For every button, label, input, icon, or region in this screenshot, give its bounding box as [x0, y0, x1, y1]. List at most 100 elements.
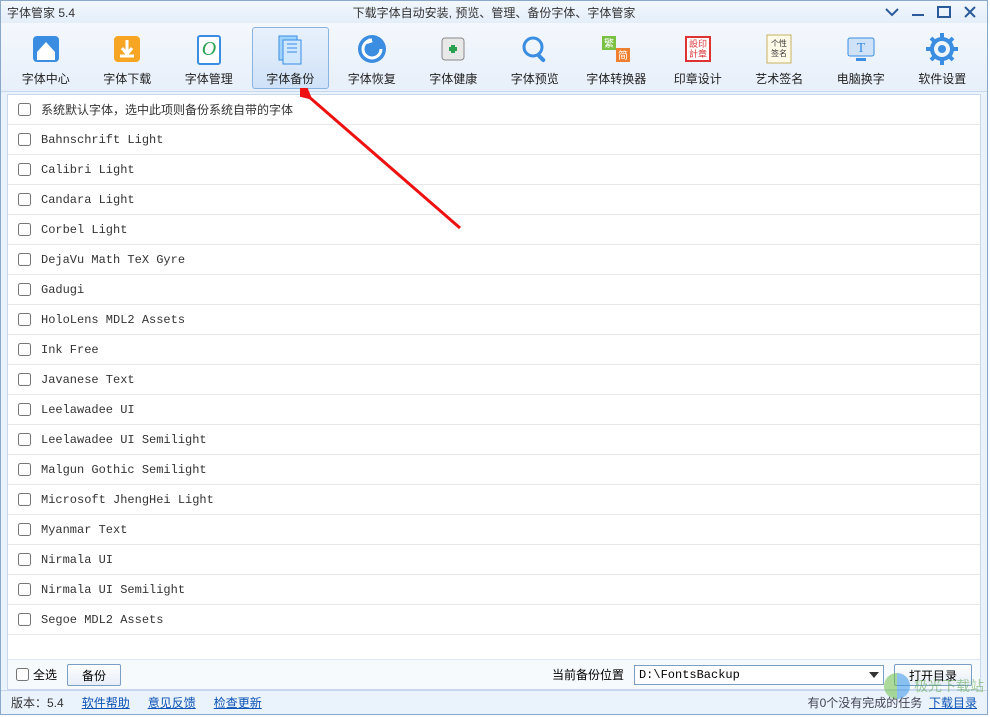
update-link[interactable]: 检查更新 [214, 694, 262, 711]
backup-path-select[interactable]: D:\FontsBackup [634, 665, 884, 685]
feedback-link[interactable]: 意见反馈 [148, 694, 196, 711]
font-checkbox[interactable] [18, 463, 31, 476]
close-icon[interactable] [959, 4, 981, 20]
font-checkbox[interactable] [18, 493, 31, 506]
font-name: Gadugi [41, 283, 84, 297]
task-status: 有0个没有完成的任务 [808, 696, 923, 710]
font-name: Malgun Gothic Semilight [41, 463, 207, 477]
font-row[interactable]: Nirmala UI Semilight [8, 575, 980, 605]
minimize-icon[interactable] [907, 4, 929, 20]
font-checkbox[interactable] [18, 523, 31, 536]
font-name: Segoe MDL2 Assets [41, 613, 163, 627]
font-checkbox[interactable] [18, 553, 31, 566]
font-checkbox[interactable] [18, 313, 31, 326]
font-checkbox[interactable] [18, 193, 31, 206]
bottom-bar: 全选 备份 当前备份位置 D:\FontsBackup 打开目录 [8, 659, 980, 689]
font-checkbox[interactable] [18, 433, 31, 446]
font-name: Leelawadee UI [41, 403, 135, 417]
dropdown-icon[interactable] [881, 4, 903, 20]
toolbar-label: 字体预览 [511, 70, 559, 87]
toolbar-font-restore[interactable]: 字体恢复 [333, 27, 411, 89]
font-name: Candara Light [41, 193, 135, 207]
font-row[interactable]: Gadugi [8, 275, 980, 305]
toolbar-font-download[interactable]: 字体下载 [89, 27, 167, 89]
gear-icon [923, 30, 961, 68]
toolbar-font-preview[interactable]: 字体预览 [496, 27, 574, 89]
font-name: Ink Free [41, 343, 99, 357]
backup-path-label: 当前备份位置 [552, 666, 624, 683]
font-row[interactable]: Corbel Light [8, 215, 980, 245]
pcfont-icon: T [842, 30, 880, 68]
font-checkbox[interactable] [18, 133, 31, 146]
backup-button[interactable]: 备份 [67, 664, 121, 686]
toolbar-label: 字体备份 [266, 70, 314, 87]
font-row[interactable]: Bahnschrift Light [8, 125, 980, 155]
font-checkbox[interactable] [18, 283, 31, 296]
toolbar-font-backup[interactable]: 字体备份 [252, 27, 330, 89]
font-checkbox[interactable] [18, 343, 31, 356]
font-name: HoloLens MDL2 Assets [41, 313, 185, 327]
select-all-label: 全选 [33, 666, 57, 683]
font-row[interactable]: Malgun Gothic Semilight [8, 455, 980, 485]
open-dir-button[interactable]: 打开目录 [894, 664, 972, 686]
svg-text:繁: 繁 [604, 37, 614, 50]
toolbar-font-manage[interactable]: O 字体管理 [170, 27, 248, 89]
toolbar-font-health[interactable]: 字体健康 [415, 27, 493, 89]
font-name: Javanese Text [41, 373, 135, 387]
font-name: Leelawadee UI Semilight [41, 433, 207, 447]
toolbar-art-sign[interactable]: 个性签名 艺术签名 [741, 27, 819, 89]
font-name: Myanmar Text [41, 523, 127, 537]
download-dir-link[interactable]: 下载目录 [929, 696, 977, 710]
title-bar: 字体管家 5.4 下载字体自动安装, 预览、管理、备份字体、字体管家 [1, 1, 987, 23]
font-checkbox[interactable] [18, 223, 31, 236]
manage-icon: O [190, 30, 228, 68]
toolbar-label: 软件设置 [918, 70, 966, 87]
font-row[interactable]: DejaVu Math TeX Gyre [8, 245, 980, 275]
font-checkbox[interactable] [18, 253, 31, 266]
font-name: DejaVu Math TeX Gyre [41, 253, 185, 267]
font-row[interactable]: Candara Light [8, 185, 980, 215]
font-checkbox[interactable] [18, 163, 31, 176]
font-row[interactable]: Calibri Light [8, 155, 980, 185]
svg-text:計章: 計章 [689, 48, 707, 59]
font-checkbox[interactable] [18, 403, 31, 416]
font-checkbox[interactable] [18, 583, 31, 596]
toolbar-label: 字体管理 [185, 70, 233, 87]
font-name: Microsoft JhengHei Light [41, 493, 214, 507]
font-row[interactable]: Segoe MDL2 Assets [8, 605, 980, 635]
font-row[interactable]: Javanese Text [8, 365, 980, 395]
toolbar-label: 印章设计 [674, 70, 722, 87]
font-row[interactable]: Leelawadee UI Semilight [8, 425, 980, 455]
font-row[interactable]: Microsoft JhengHei Light [8, 485, 980, 515]
app-title: 字体管家 5.4 [7, 4, 75, 21]
toolbar-font-center[interactable]: 字体中心 [7, 27, 85, 89]
font-row[interactable]: Ink Free [8, 335, 980, 365]
font-row[interactable]: Myanmar Text [8, 515, 980, 545]
font-row[interactable]: HoloLens MDL2 Assets [8, 305, 980, 335]
font-row[interactable]: 系统默认字体，选中此项则备份系统自带的字体 [8, 95, 980, 125]
restore-icon [353, 30, 391, 68]
select-all-input[interactable] [16, 668, 29, 681]
toolbar-seal-design[interactable]: 設印計章 印章设计 [659, 27, 737, 89]
svg-text:T: T [856, 41, 865, 56]
maximize-icon[interactable] [933, 4, 955, 20]
font-checkbox[interactable] [18, 373, 31, 386]
status-bar: 版本：5.4 软件帮助 意见反馈 检查更新 有0个没有完成的任务 下载目录 [1, 690, 987, 714]
font-checkbox[interactable] [18, 613, 31, 626]
toolbar-font-convert[interactable]: 繁简 字体转换器 [578, 27, 656, 89]
font-checkbox[interactable] [18, 103, 31, 116]
font-name: Nirmala UI [41, 553, 113, 567]
health-icon [434, 30, 472, 68]
font-row[interactable]: Nirmala UI [8, 545, 980, 575]
select-all-checkbox[interactable]: 全选 [16, 666, 57, 683]
toolbar: 字体中心 字体下载 O 字体管理 字体备份 字体恢复 字体健康 字体预览 繁简 字体… [1, 23, 987, 92]
toolbar-label: 字体下载 [103, 70, 151, 87]
svg-text:設印: 設印 [689, 38, 707, 49]
sign-icon: 个性签名 [760, 30, 798, 68]
font-row[interactable]: Leelawadee UI [8, 395, 980, 425]
toolbar-pc-font[interactable]: T 电脑换字 [822, 27, 900, 89]
toolbar-settings[interactable]: 软件设置 [904, 27, 982, 89]
help-link[interactable]: 软件帮助 [82, 694, 130, 711]
svg-text:签名: 签名 [771, 48, 787, 58]
font-list[interactable]: 系统默认字体，选中此项则备份系统自带的字体 Bahnschrift Light … [8, 95, 980, 659]
